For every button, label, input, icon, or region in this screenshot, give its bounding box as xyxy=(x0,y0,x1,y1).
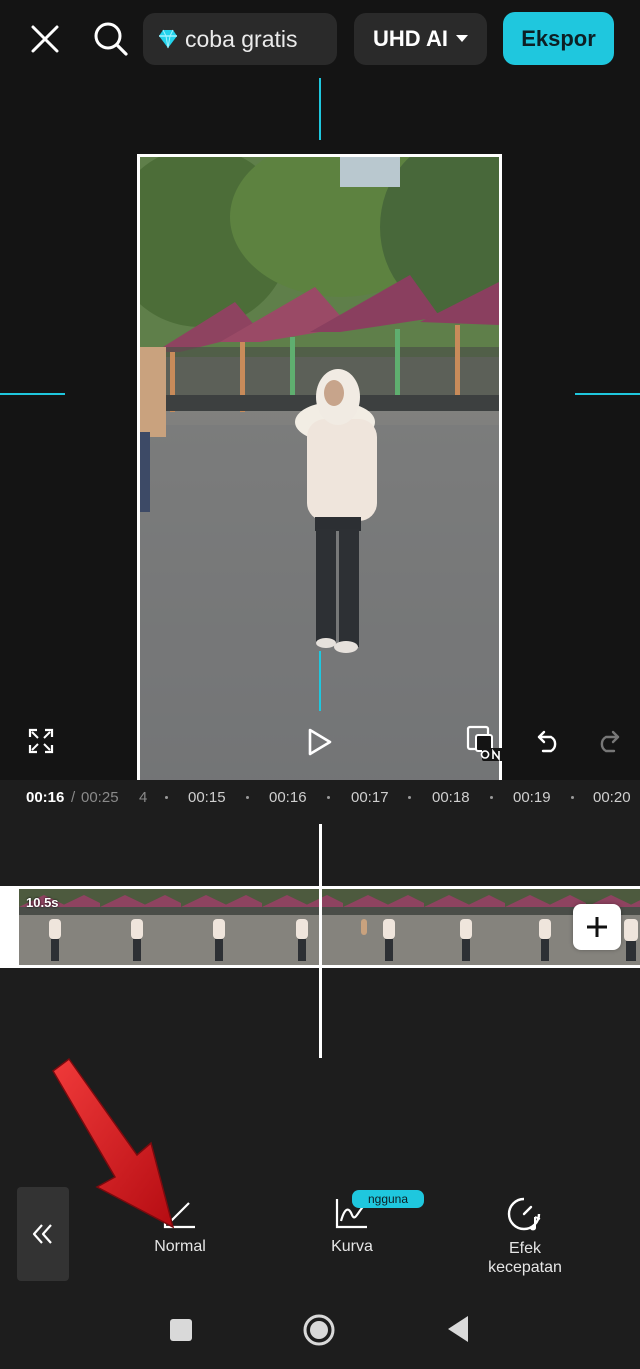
plus-icon xyxy=(587,917,607,937)
ruler-tick: 00:19 xyxy=(513,789,551,806)
free-trial-label: coba gratis xyxy=(185,25,298,52)
keyframe-on-icon xyxy=(466,725,504,762)
clip-thumbnail xyxy=(262,889,343,965)
clip-thumbnail xyxy=(424,889,505,965)
square-icon xyxy=(170,1319,192,1341)
top-bar: coba gratis UHD AI Ekspor xyxy=(0,0,640,78)
redo-button[interactable] xyxy=(592,724,624,756)
guide-line-top xyxy=(319,78,321,140)
playback-controls xyxy=(0,718,640,780)
add-clip-button[interactable] xyxy=(573,904,621,950)
caret-down-icon xyxy=(455,35,468,42)
total-time: 00:25 xyxy=(81,789,119,806)
undo-button[interactable] xyxy=(533,724,565,756)
speed-effect-label-line2: kecepatan xyxy=(488,1259,562,1276)
clip-thumbnails xyxy=(19,889,640,965)
clip-thumbnail xyxy=(343,889,424,965)
system-nav-bar xyxy=(0,1291,640,1369)
ruler-tick: 00:18 xyxy=(432,789,470,806)
export-button[interactable]: Ekspor xyxy=(503,12,614,65)
close-button[interactable] xyxy=(22,16,68,62)
diamond-icon xyxy=(159,29,177,49)
redo-icon xyxy=(600,730,620,753)
search-icon xyxy=(94,22,128,56)
speed-effect-icon xyxy=(507,1197,541,1231)
time-ruler[interactable]: 00:16 / 00:25 4 00:15 00:16 00:17 00:18 … xyxy=(0,780,640,816)
home-button[interactable] xyxy=(302,1313,336,1347)
ruler-tick: 00:20 xyxy=(593,789,631,806)
recent-apps-button[interactable] xyxy=(166,1315,196,1345)
guide-line-bottom xyxy=(319,651,321,711)
speed-effect-tool[interactable]: Efek kecepatan xyxy=(465,1197,585,1277)
time-separator: / xyxy=(71,789,76,806)
curve-speed-label: Kurva xyxy=(331,1238,373,1255)
playhead[interactable] xyxy=(319,824,322,1058)
close-icon xyxy=(31,25,59,53)
ruler-tick: 00:15 xyxy=(188,789,226,806)
ruler-tick: 00:17 xyxy=(351,789,389,806)
export-label: Ekspor xyxy=(521,25,596,51)
normal-speed-label: Normal xyxy=(154,1238,206,1255)
fullscreen-icon xyxy=(28,728,54,754)
speed-effect-label: Efek kecepatan xyxy=(488,1239,562,1277)
clip-thumbnail xyxy=(100,889,181,965)
back-nav-button[interactable] xyxy=(442,1313,474,1345)
quality-label: UHD AI xyxy=(373,26,448,51)
ruler-tick: 4 xyxy=(139,789,148,806)
annotation-arrow xyxy=(52,1057,175,1229)
video-preview-area[interactable] xyxy=(0,78,640,794)
curve-badge: ngguna xyxy=(352,1190,424,1208)
clip-thumbnail xyxy=(181,889,262,965)
triangle-back-icon xyxy=(448,1316,468,1342)
quality-selector[interactable]: UHD AI xyxy=(354,13,487,65)
ruler-tick: 00:16 xyxy=(269,789,307,806)
fullscreen-button[interactable] xyxy=(24,724,58,758)
undo-icon xyxy=(537,730,557,753)
home-circle-icon xyxy=(303,1314,335,1346)
play-icon xyxy=(308,728,332,756)
search-button[interactable] xyxy=(88,16,134,62)
speed-effect-label-line1: Efek xyxy=(508,1240,541,1257)
current-time: 00:16 xyxy=(26,789,65,806)
play-button[interactable] xyxy=(300,722,340,762)
guide-line-right xyxy=(575,393,640,395)
keyframe-toggle-button[interactable] xyxy=(464,722,506,764)
guide-line-left xyxy=(0,393,65,395)
free-trial-button[interactable]: coba gratis xyxy=(143,13,337,65)
clip-duration-label: 10.5s xyxy=(26,895,59,910)
